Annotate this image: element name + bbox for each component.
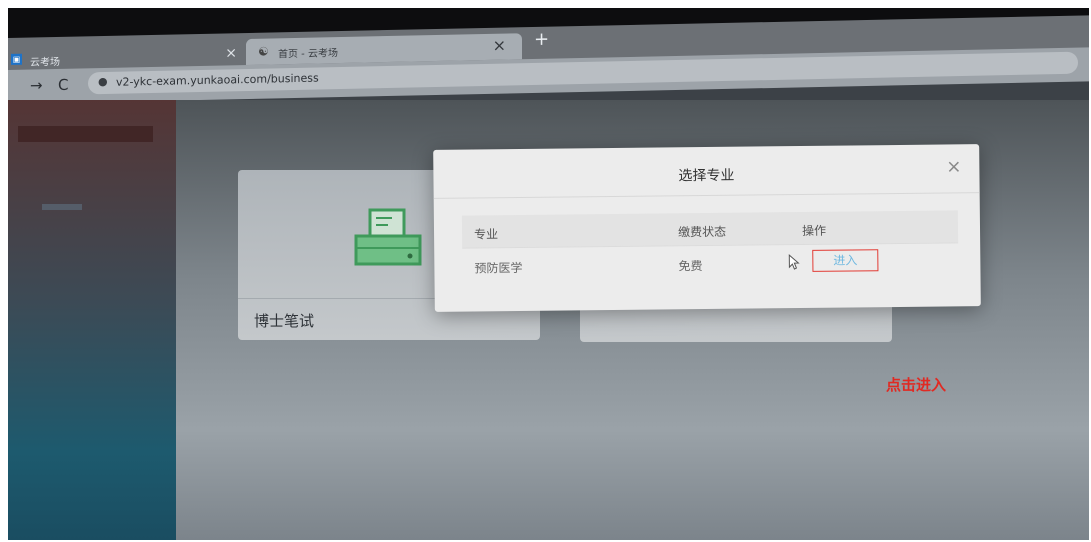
click-to-enter-annotation: 点击进入 bbox=[886, 376, 947, 394]
photo-frame: ▣ 云考场 × ☯ 首页 - 云考场 × + → C ● v2-ykc-exam… bbox=[8, 8, 1089, 540]
tab-close-icon[interactable]: × bbox=[225, 45, 237, 61]
reload-icon[interactable]: C bbox=[58, 76, 68, 94]
sidebar bbox=[8, 100, 176, 540]
dialog-title: 选择专业 bbox=[678, 167, 735, 185]
sidebar-logo bbox=[18, 126, 153, 142]
column-header-major: 专业 bbox=[473, 227, 499, 242]
site-favicon-icon: ☯ bbox=[258, 44, 269, 59]
major-cell: 预防医学 bbox=[474, 260, 523, 276]
enter-button[interactable]: 进入 bbox=[812, 249, 879, 272]
mouse-cursor-icon bbox=[788, 254, 800, 270]
sidebar-item[interactable] bbox=[42, 204, 82, 210]
tab-title: 首页 - 云考场 bbox=[278, 48, 338, 61]
column-header-action: 操作 bbox=[801, 223, 827, 239]
column-header-status: 缴费状态 bbox=[677, 224, 727, 240]
major-table: 专业 缴费状态 操作 预防医学 免费 进入 bbox=[461, 210, 959, 275]
printer-icon bbox=[354, 208, 422, 266]
new-tab-button[interactable]: + bbox=[534, 29, 549, 50]
close-icon[interactable]: × bbox=[946, 156, 961, 177]
tab-title: 云考场 bbox=[30, 56, 60, 69]
select-major-dialog: 选择专业 × 专业 缴费状态 操作 预防医学 免费 进入 bbox=[433, 144, 981, 312]
lock-icon: ● bbox=[98, 74, 108, 89]
dialog-divider bbox=[433, 192, 980, 199]
card-label: 博士笔试 bbox=[254, 312, 315, 330]
status-cell: 免费 bbox=[678, 259, 703, 274]
table-header: 专业 缴费状态 操作 bbox=[461, 210, 959, 248]
site-favicon-icon: ▣ bbox=[11, 53, 22, 65]
url-text: v2-ykc-exam.yunkaoai.com/business bbox=[116, 71, 319, 89]
forward-arrow-icon[interactable]: → bbox=[30, 76, 43, 94]
tab-close-icon[interactable]: × bbox=[493, 36, 506, 55]
